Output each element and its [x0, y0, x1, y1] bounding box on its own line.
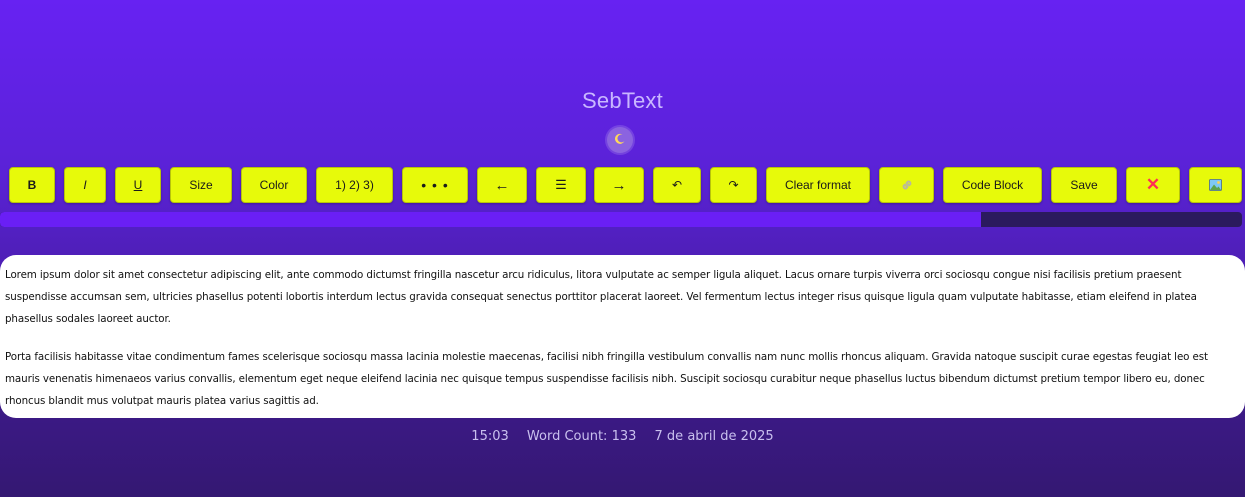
insert-image-button[interactable]	[1189, 167, 1242, 203]
ordered-list-button[interactable]: 1) 2) 3)	[316, 167, 393, 203]
text-editor[interactable]: Lorem ipsum dolor sit amet consectetur a…	[0, 255, 1245, 418]
formatting-toolbar: B I U Size Color 1) 2) 3) • • • ← ☰ → ↶ …	[0, 167, 1245, 203]
editor-paragraph[interactable]: Porta facilisis habitasse vitae condimen…	[5, 346, 1240, 412]
align-left-button[interactable]: ←	[477, 167, 527, 203]
clear-format-button[interactable]: Clear format	[766, 167, 870, 203]
bullet-list-button[interactable]: • • •	[402, 167, 468, 203]
undo-button[interactable]: ↶	[653, 167, 701, 203]
color-button[interactable]: Color	[241, 167, 307, 203]
code-block-button[interactable]: Code Block	[943, 167, 1042, 203]
status-time: 15:03	[471, 429, 509, 444]
app-title: SebText	[582, 88, 663, 113]
status-date: 7 de abril de 2025	[654, 429, 774, 444]
delete-button[interactable]: ✕	[1126, 167, 1180, 203]
save-button[interactable]: Save	[1051, 167, 1117, 203]
theme-toggle-button[interactable]	[607, 127, 633, 153]
moon-icon	[614, 133, 626, 148]
progress-bar-fill	[0, 212, 982, 227]
editor-paragraph[interactable]: Lorem ipsum dolor sit amet consectetur a…	[5, 264, 1240, 330]
align-center-button[interactable]: ☰	[536, 167, 586, 203]
link-icon	[900, 178, 914, 192]
status-word-count: Word Count: 133	[526, 429, 637, 444]
size-button[interactable]: Size	[170, 167, 232, 203]
link-button[interactable]	[879, 167, 934, 203]
image-icon	[1209, 179, 1222, 191]
italic-button[interactable]: I	[64, 167, 106, 203]
progress-bar	[0, 212, 1242, 227]
bold-button[interactable]: B	[9, 167, 55, 203]
redo-button[interactable]: ↷	[710, 167, 757, 203]
close-icon: ✕	[1145, 175, 1161, 194]
status-bar: 15:03 Word Count: 133 7 de abril de 2025	[0, 429, 1245, 444]
align-right-button[interactable]: →	[594, 167, 644, 203]
underline-button[interactable]: U	[115, 167, 161, 203]
